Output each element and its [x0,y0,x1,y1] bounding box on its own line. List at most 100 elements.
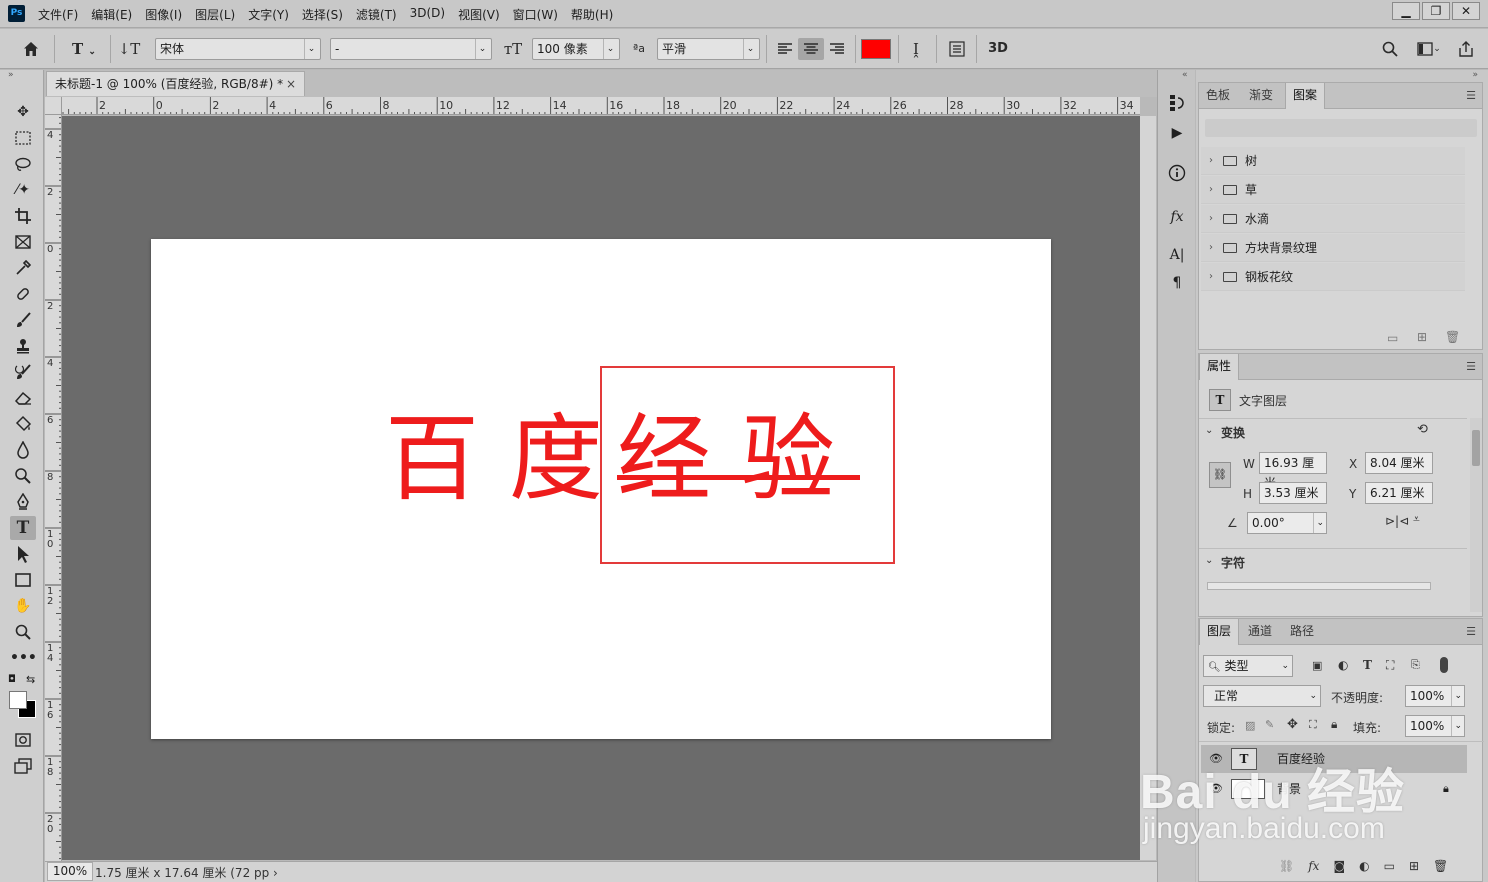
width-field[interactable]: 16.93 厘米 [1259,452,1327,490]
info-panel-icon[interactable] [1166,162,1188,184]
layer-style-fx-icon[interactable]: fx [1308,859,1319,873]
tab-gradients[interactable]: 渐变 [1242,83,1280,109]
pattern-search-bar[interactable] [1205,119,1477,137]
move-tool-icon[interactable]: ✥ [10,100,36,124]
reset-transform-icon[interactable]: ⟲ [1417,422,1428,437]
menu-select[interactable]: 选择(S) [302,6,343,23]
new-group-icon[interactable]: ▭ [1384,859,1395,873]
filter-pixel-icon[interactable]: ▣ [1312,659,1322,672]
toggle-orientation-icon[interactable]: ↓T [117,38,141,60]
path-selection-tool-icon[interactable] [10,542,36,566]
document-tab[interactable]: 未标题-1 @ 100% (百度经验, RGB/8#) * × [46,71,305,96]
history-panel-icon[interactable] [1166,92,1188,114]
antialias-select[interactable]: 平滑 ⌄ [657,38,760,60]
x-field[interactable]: 8.04 厘米 [1365,452,1433,474]
workspace-icon[interactable]: ⌄ [1410,38,1448,60]
layer-filter-select[interactable]: 🔍︎ 类型 ⌄ [1203,655,1293,677]
angle-field[interactable]: 0.00° ⌄ [1247,512,1327,534]
more-tools-icon[interactable]: ••• [10,646,37,670]
frame-tool-icon[interactable] [10,230,36,254]
new-layer-icon[interactable]: ⊞ [1409,859,1419,873]
clone-stamp-tool-icon[interactable] [10,334,36,358]
ruler-left[interactable]: 4202468101214161820 [45,115,62,861]
new-pattern-icon[interactable]: ⊞ [1417,330,1427,344]
eyedropper-tool-icon[interactable] [10,256,36,280]
search-icon[interactable] [1378,38,1402,60]
lock-transparency-icon[interactable]: ▨ [1245,719,1255,732]
blend-mode-select[interactable]: 正常 ⌄ [1203,685,1321,707]
layer-name[interactable]: 百度经验 [1277,745,1325,773]
menu-filter[interactable]: 滤镜(T) [356,6,397,23]
collapse-toolbar-icon[interactable]: » [8,70,14,80]
home-icon[interactable] [18,38,44,60]
marquee-tool-icon[interactable] [10,126,36,150]
dodge-tool-icon[interactable] [10,464,36,488]
3d-mode-button[interactable]: 3D [984,38,1012,60]
tab-layers[interactable]: 图层 [1199,619,1240,645]
selection-box[interactable] [600,366,895,564]
tab-swatches[interactable]: 色板 [1199,83,1237,109]
screen-mode-icon[interactable] [10,754,36,778]
layer-name[interactable]: 背景 [1277,775,1301,803]
expand-panels-icon[interactable]: » [1472,70,1478,80]
panel-menu-icon[interactable]: ☰ [1466,625,1476,638]
menu-window[interactable]: 窗口(W) [513,6,558,23]
align-right-icon[interactable] [825,38,849,60]
transform-section-title[interactable]: 变换 [1221,424,1245,441]
restore-button[interactable]: ❐ [1422,2,1450,20]
layer-row-text[interactable]: 👁︎ T 百度经验 [1201,745,1467,773]
chevron-down-icon[interactable]: ⌄ [1205,425,1213,436]
tab-channels[interactable]: 通道 [1241,619,1279,645]
lock-all-icon[interactable]: 🔒︎ [1331,717,1337,732]
lock-image-icon[interactable]: ✎ [1265,718,1274,731]
pattern-group[interactable]: › 钢板花纹 [1201,263,1465,291]
magic-wand-tool-icon[interactable]: ⁄✦ [10,178,36,202]
tab-paths[interactable]: 路径 [1283,619,1321,645]
crop-tool-icon[interactable] [10,204,36,228]
delete-layer-icon[interactable]: 🗑 [1433,859,1448,873]
close-tab-icon[interactable]: × [286,72,296,96]
menu-view[interactable]: 视图(V) [458,6,500,23]
fill-field[interactable]: 100% ⌄ [1405,715,1465,737]
canvas[interactable]: 百 度 经 验 [151,239,1051,739]
align-left-icon[interactable] [773,38,797,60]
new-group-icon[interactable]: ▭ [1387,331,1398,345]
paragraph-icon[interactable]: ¶ [1166,272,1188,294]
filter-smart-object-icon[interactable]: ⎘ [1411,658,1420,672]
lasso-tool-icon[interactable] [10,152,36,176]
character-icon[interactable]: A| [1166,244,1188,266]
tab-patterns[interactable]: 图案 [1285,83,1326,109]
add-mask-icon[interactable]: ◙ [1333,859,1345,873]
healing-brush-tool-icon[interactable] [10,282,36,306]
flip-vertical-icon[interactable]: ⩡ [1413,512,1420,527]
filter-type-icon[interactable]: T [1363,658,1372,672]
eraser-tool-icon[interactable] [10,386,36,410]
panel-menu-icon[interactable]: ☰ [1466,360,1476,373]
foreground-color-swatch[interactable] [9,691,27,709]
font-family-select[interactable]: 宋体 ⌄ [155,38,321,60]
ruler-top[interactable]: 2 0 2 4 6 8 10 12 14 16 18 20 22 24 26 28 30 32 34 [62,97,1140,115]
height-field[interactable]: 3.53 厘米 [1259,482,1327,504]
quick-mask-icon[interactable] [10,728,36,752]
flip-horizontal-icon[interactable]: ⊳|⊲ [1385,514,1409,528]
menu-image[interactable]: 图像(I) [145,6,182,23]
delete-pattern-icon[interactable]: 🗑 [1445,330,1460,344]
type-tool-icon[interactable]: T [10,516,36,540]
filter-shape-icon[interactable]: ⛶ [1386,658,1394,673]
font-size-select[interactable]: 100 像素 ⌄ [532,38,620,60]
brush-tool-icon[interactable] [10,308,36,332]
pen-tool-icon[interactable] [10,490,36,514]
menu-help[interactable]: 帮助(H) [571,6,613,23]
styles-fx-icon[interactable]: fx [1166,206,1188,228]
filter-adjustment-icon[interactable]: ◐ [1338,658,1348,672]
text-color-swatch[interactable] [861,39,891,59]
filter-toggle-icon[interactable] [1440,657,1448,673]
pattern-group[interactable]: › 树 [1201,147,1465,175]
pattern-group[interactable]: › 方块背景纹理 [1201,234,1465,262]
type-tool-preset-icon[interactable]: T ⌄ [64,38,104,60]
opacity-field[interactable]: 100% ⌄ [1405,685,1465,707]
default-colors-icon[interactable]: ◘ [8,674,16,685]
lock-artboard-icon[interactable]: ⛶ [1309,718,1317,732]
link-dimensions-icon[interactable]: ⛓ [1209,462,1231,488]
zoom-tool-icon[interactable] [10,620,36,644]
